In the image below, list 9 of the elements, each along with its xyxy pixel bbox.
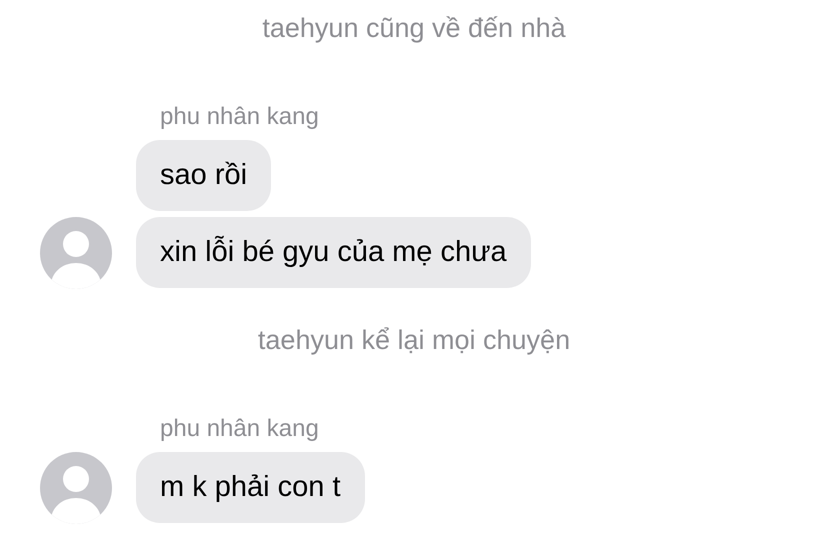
avatar-icon xyxy=(40,452,112,524)
sender-name: phu nhân kang xyxy=(160,414,320,444)
sender-name: phu nhân kang xyxy=(160,102,320,132)
message-bubble: m k phải con t xyxy=(136,452,365,523)
status-notice: taehyun cũng về đến nhà xyxy=(262,12,566,45)
message-bubble: xin lỗi bé gyu của mẹ chưa xyxy=(136,217,531,288)
avatar-icon xyxy=(40,217,112,289)
status-notice: taehyun kể lại mọi chuyện xyxy=(258,324,570,357)
message-bubble: sao rồi xyxy=(136,140,272,211)
